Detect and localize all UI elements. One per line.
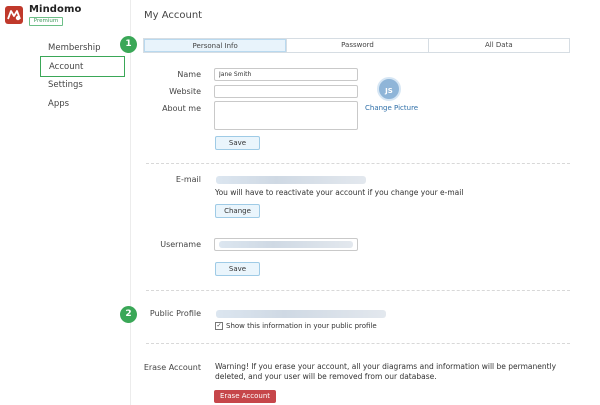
public-profile-checkbox[interactable]: ✓ [215, 322, 223, 330]
website-label: Website [169, 87, 201, 96]
sidebar-item-apps[interactable]: Apps [40, 94, 125, 115]
email-label: E-mail [175, 175, 201, 184]
public-profile-label: Public Profile [149, 309, 201, 318]
change-picture-link[interactable]: Change Picture [365, 104, 418, 112]
sidebar-item-settings[interactable]: Settings [40, 75, 125, 96]
sidebar-item-account[interactable]: Account [40, 56, 125, 77]
public-profile-checkbox-label: Show this information in your public pro… [226, 322, 377, 330]
change-email-button[interactable]: Change [215, 204, 260, 218]
sidebar: Mindomo Premium Membership Account Setti… [0, 0, 131, 405]
page-title: My Account [144, 10, 203, 21]
name-label: Name [177, 70, 201, 79]
erase-account-label: Erase Account [143, 363, 201, 372]
save-username-button[interactable]: Save [215, 262, 260, 276]
username-label: Username [160, 240, 201, 249]
divider [146, 343, 570, 344]
tab-password[interactable]: Password [286, 39, 427, 52]
email-note: You will have to reactivate your account… [215, 188, 464, 197]
divider [146, 290, 570, 291]
about-me-label: About me [162, 104, 201, 113]
mindomo-logo-icon[interactable] [5, 6, 23, 24]
username-value-redacted [219, 241, 353, 248]
website-input[interactable] [214, 85, 358, 98]
step-badge-1: 1 [120, 36, 137, 53]
name-input[interactable] [214, 68, 358, 81]
public-profile-url-redacted [216, 310, 386, 318]
account-tabs: Personal Info Password All Data [143, 38, 570, 53]
premium-badge: Premium [29, 17, 63, 26]
erase-warning-text: Warning! If you erase your account, all … [215, 362, 557, 381]
username-input[interactable] [214, 238, 358, 251]
tab-all-data[interactable]: All Data [427, 39, 569, 52]
erase-account-button[interactable]: Erase Account [214, 390, 276, 403]
divider [146, 163, 570, 164]
about-me-textarea[interactable] [214, 101, 358, 130]
app-name: Mindomo [29, 4, 82, 15]
tab-personal-info[interactable]: Personal Info [144, 39, 287, 52]
save-personal-button[interactable]: Save [215, 136, 260, 150]
avatar[interactable]: JS [377, 77, 401, 101]
email-value-redacted [216, 176, 366, 184]
